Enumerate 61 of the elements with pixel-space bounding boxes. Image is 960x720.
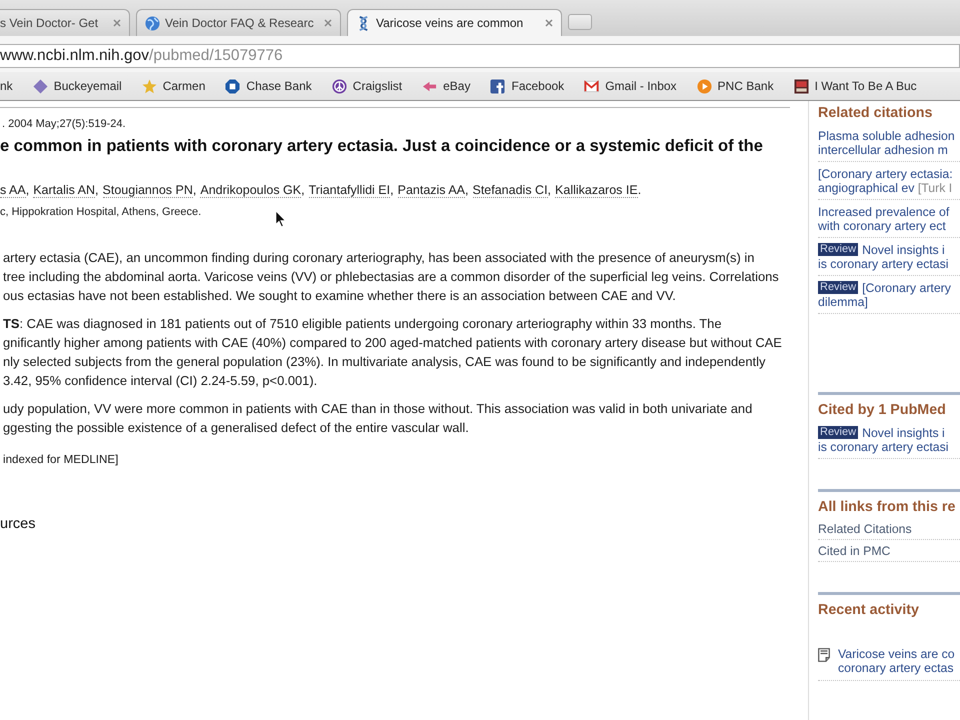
bookmark-link[interactable]: Carmen [142, 78, 206, 94]
citation-link[interactable]: Review [Coronary artery dilemma] [818, 281, 951, 309]
picture-icon [794, 78, 809, 94]
bookmark-link[interactable]: I Want To Be A Buc [794, 78, 917, 94]
bookmark-link[interactable]: Buckeyemail [32, 78, 122, 94]
address-field[interactable]: www.ncbi.nlm.nih.gov/pubmed/15079776 [0, 44, 960, 68]
bookmark-link[interactable]: Gmail - Inbox [584, 78, 677, 94]
citation-link[interactable]: Review Novel insights i is coronary artery ectasi [818, 426, 949, 454]
close-icon[interactable] [545, 19, 553, 27]
article-title: e common in patients with coronary artery ectasia. Just a coincidence or a systemic deficit of the [0, 136, 763, 156]
new-tab-button[interactable] [568, 14, 592, 30]
bookmark-link[interactable]: nk [0, 79, 13, 93]
citation-link[interactable]: [Coronary artery ectasia: angiographical ev [Turk I [818, 167, 953, 195]
abstract-paragraph: artery ectasia (CAE), an uncommon finding during coronary arteriography, has been associated with the presence of aneurysm(s) in tree including the abdominal aorta. Varicose veins (VV) or phlebectasias are a common disorder of the superficial leg veins. Correlations ous ectasias have not been established. We sought to examine whether there is an association between CAE and VV. [3, 249, 779, 305]
diamond-icon [32, 78, 48, 94]
resource-link[interactable]: Related Citations [818, 522, 912, 536]
section-heading: Related citations [818, 104, 932, 122]
browser-tab[interactable]: Vein Doctor FAQ & Researc [136, 9, 341, 36]
bookmark-link[interactable]: Craigslist [332, 78, 402, 94]
journal-citation: . 2004 May;27(5):519-24. [2, 118, 126, 131]
sources-heading: urces [0, 515, 36, 533]
octagon-icon [225, 78, 240, 94]
section-heading: All links from this re [818, 498, 956, 516]
citation-link[interactable]: Varicose veins are co coronary artery ectas [838, 647, 955, 675]
affiliation-text: c, Hippokration Hospital, Athens, Greece. [0, 206, 202, 219]
author-link[interactable]: Pantazis AA, [398, 182, 468, 198]
abstract-paragraph: udy population, VV were more common in patients with CAE than in those without. This association was valid in both univariate and ggesting the possible existence of a generalised defect of the entire vascular wall. [3, 400, 752, 437]
author-link[interactable]: s AA, [0, 182, 30, 198]
resource-link[interactable]: Cited in PMC [818, 544, 890, 558]
bookmark-link[interactable]: Chase Bank [225, 78, 312, 94]
tile-icon [490, 78, 506, 94]
author-link[interactable]: Triantafyllidi EI, [308, 182, 394, 198]
star-icon [142, 78, 157, 94]
author-link[interactable]: Kartalis AN, [33, 182, 99, 198]
bookmark-link[interactable]: PNC Bank [696, 78, 774, 94]
play-icon [696, 78, 712, 94]
citation-link[interactable]: Plasma soluble adhesion intercellular adhesion m [818, 129, 955, 157]
close-icon[interactable] [113, 19, 121, 27]
bookmark-link[interactable]: eBay [422, 78, 470, 94]
section-heading: Recent activity [818, 601, 919, 619]
abstract-paragraph: TS: CAE was diagnosed in 181 patients out of 7510 eligible patients undergoing coronary arteriography within 33 months. The gnificantly higher among patients with CAE (40%) compared to 200 aged-matched patients with coronary artery disease but without CAE nly selected subjects from the general population (23%). In multivariate analysis, CAE was found to be significantly and independently 3.42, 95% confidence interval (CI) 2.24-5.59, p<0.001). [3, 315, 782, 390]
citation-link[interactable]: Increased prevalence of with coronary artery ect [818, 205, 950, 233]
review-badge: Review [818, 426, 858, 439]
indexing-note: indexed for MEDLINE] [3, 452, 118, 468]
browser-tab[interactable]: Varicose veins are common [347, 9, 562, 36]
review-badge: Review [818, 281, 858, 294]
review-badge: Review [818, 243, 858, 256]
browser-tab[interactable]: s Vein Doctor- Get [0, 9, 130, 36]
section-heading: Cited by 1 PubMed [818, 401, 946, 419]
author-link[interactable]: Stefanadis CI, [472, 182, 552, 198]
author-link[interactable]: Andrikopoulos GK, [200, 182, 305, 198]
author-link[interactable]: Stougiannos PN, [102, 182, 196, 198]
envelope-icon [584, 78, 600, 94]
peace-sign-icon [332, 78, 347, 94]
citation-link[interactable]: Review Novel insights i is coronary artery ectasi [818, 243, 949, 271]
globe-icon [145, 16, 160, 30]
mouse-pointer-icon [275, 210, 287, 228]
bookmark-link[interactable]: Facebook [490, 78, 564, 94]
close-icon[interactable] [324, 19, 332, 27]
document-icon [818, 648, 830, 662]
author-link[interactable]: Kallikazaros IE. [555, 182, 642, 198]
